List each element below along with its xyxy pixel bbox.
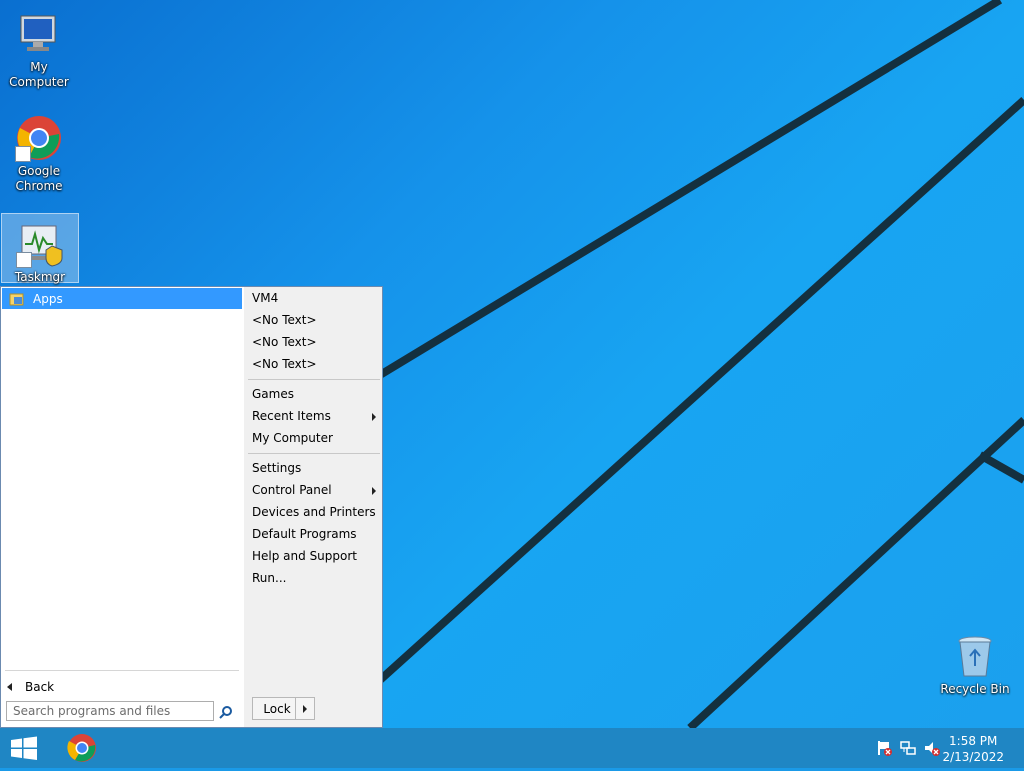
- back-button[interactable]: Back: [1, 679, 241, 695]
- places-pane: VM4 <No Text> <No Text> <No Text> Games …: [246, 287, 382, 727]
- shutdown-options-button[interactable]: [295, 697, 315, 720]
- desktop-icon-my-computer[interactable]: My Computer: [1, 4, 77, 90]
- desktop-icon-taskmgr[interactable]: Taskmgr: [1, 213, 79, 284]
- taskbar: 1:58 PM 2/13/2022: [0, 728, 1024, 768]
- apps-folder-icon: [9, 293, 24, 305]
- back-label: Back: [25, 680, 55, 694]
- chrome-icon: [67, 734, 96, 762]
- start-menu: Apps Back VM4 <No Text> <No Text> <No Te…: [0, 286, 383, 728]
- apps-item[interactable]: Apps: [2, 288, 242, 309]
- menu-item-devices-printers[interactable]: Devices and Printers: [252, 502, 380, 522]
- desktop-icon-label: Taskmgr: [14, 270, 66, 284]
- menu-item-my-computer[interactable]: My Computer: [252, 428, 380, 448]
- chrome-icon: [15, 114, 63, 162]
- divider: [5, 670, 239, 671]
- menu-item-no-text-1[interactable]: <No Text>: [252, 310, 380, 330]
- action-center-flag-icon[interactable]: [876, 740, 892, 756]
- shortcut-arrow-icon: [16, 252, 32, 268]
- menu-item-default-programs[interactable]: Default Programs: [252, 524, 380, 544]
- start-button[interactable]: [0, 728, 48, 768]
- back-arrow-icon: [7, 683, 12, 691]
- menu-item-no-text-2[interactable]: <No Text>: [252, 332, 380, 352]
- menu-item-run[interactable]: Run...: [252, 568, 380, 588]
- clock-time: 1:58 PM: [949, 734, 998, 748]
- taskbar-chrome-button[interactable]: [58, 728, 106, 768]
- clock[interactable]: 1:58 PM 2/13/2022: [942, 733, 1004, 765]
- system-tray: [876, 740, 940, 756]
- search-icon[interactable]: [219, 705, 233, 719]
- menu-item-label: Recent Items: [252, 409, 331, 423]
- chevron-right-icon: [303, 705, 307, 713]
- menu-item-games[interactable]: Games: [252, 384, 380, 404]
- task-manager-icon: [16, 220, 64, 268]
- volume-muted-icon[interactable]: [924, 740, 940, 756]
- windows-logo-icon: [11, 736, 37, 760]
- lock-label: Lock: [263, 701, 291, 716]
- menu-item-recent-items[interactable]: Recent Items: [252, 406, 380, 426]
- divider: [248, 379, 380, 380]
- menu-item-vm4[interactable]: VM4: [252, 288, 380, 308]
- computer-icon: [15, 10, 63, 58]
- menu-item-no-text-3[interactable]: <No Text>: [252, 354, 380, 374]
- programs-pane: Apps Back: [1, 287, 244, 727]
- desktop-icon-label: My Computer: [9, 60, 69, 89]
- shortcut-arrow-icon: [15, 146, 31, 162]
- recycle-bin-icon: [951, 632, 999, 680]
- apps-label: Apps: [33, 291, 63, 306]
- desktop-icon-google-chrome[interactable]: Google Chrome: [1, 108, 77, 194]
- menu-item-label: Control Panel: [252, 483, 332, 497]
- desktop-icon-label: Google Chrome: [15, 164, 63, 193]
- clock-date: 2/13/2022: [942, 750, 1004, 764]
- menu-item-help-support[interactable]: Help and Support: [252, 546, 380, 566]
- menu-item-settings[interactable]: Settings: [252, 458, 380, 478]
- menu-item-control-panel[interactable]: Control Panel: [252, 480, 380, 500]
- divider: [248, 453, 380, 454]
- submenu-arrow-icon: [372, 487, 376, 495]
- search-input[interactable]: [6, 701, 214, 721]
- desktop-icon-recycle-bin[interactable]: Recycle Bin: [937, 626, 1013, 697]
- submenu-arrow-icon: [372, 413, 376, 421]
- network-icon[interactable]: [900, 740, 916, 756]
- desktop-icon-label: Recycle Bin: [940, 682, 1010, 696]
